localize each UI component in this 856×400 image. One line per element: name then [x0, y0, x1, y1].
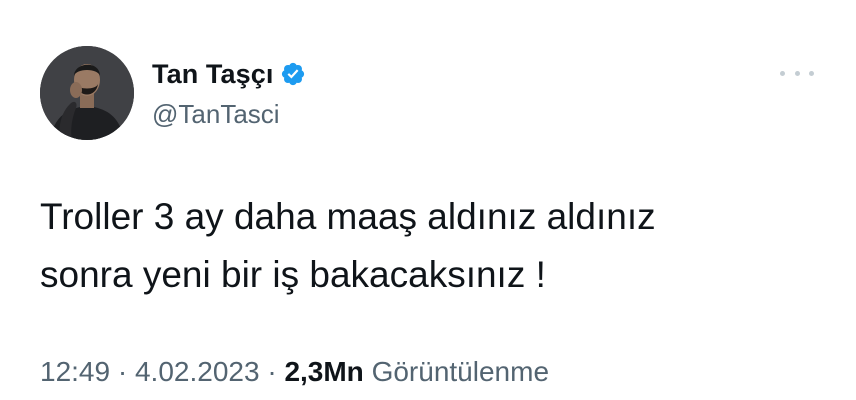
meta-separator: · [117, 356, 128, 387]
more-options-icon[interactable] [780, 66, 814, 80]
more-dot [780, 70, 785, 76]
avatar[interactable] [40, 46, 134, 140]
profile-photo-icon [40, 46, 134, 140]
more-dot [809, 70, 814, 76]
display-name[interactable]: Tan Taşçı [152, 59, 273, 90]
user-name-row: Tan Taşçı [152, 57, 306, 91]
meta-separator: · [267, 356, 277, 387]
tweet-text: Troller 3 ay daha maaş aldınız aldınız s… [40, 196, 656, 295]
views-count[interactable]: 2,3Mn [284, 356, 363, 387]
tweet-time[interactable]: 12:49 [40, 356, 110, 387]
more-dot [794, 70, 800, 76]
user-handle[interactable]: @TanTasci [152, 99, 280, 130]
tweet-card: Tan Taşçı @TanTasci Troller 3 ay daha ma… [0, 0, 856, 400]
verified-badge-icon [280, 61, 306, 87]
tweet-date[interactable]: 4.02.2023 [135, 356, 260, 387]
tweet-metadata: 12:49 · 4.02.2023 · 2,3Mn Görüntülenme [40, 356, 549, 388]
views-label: Görüntülenme [371, 356, 550, 387]
